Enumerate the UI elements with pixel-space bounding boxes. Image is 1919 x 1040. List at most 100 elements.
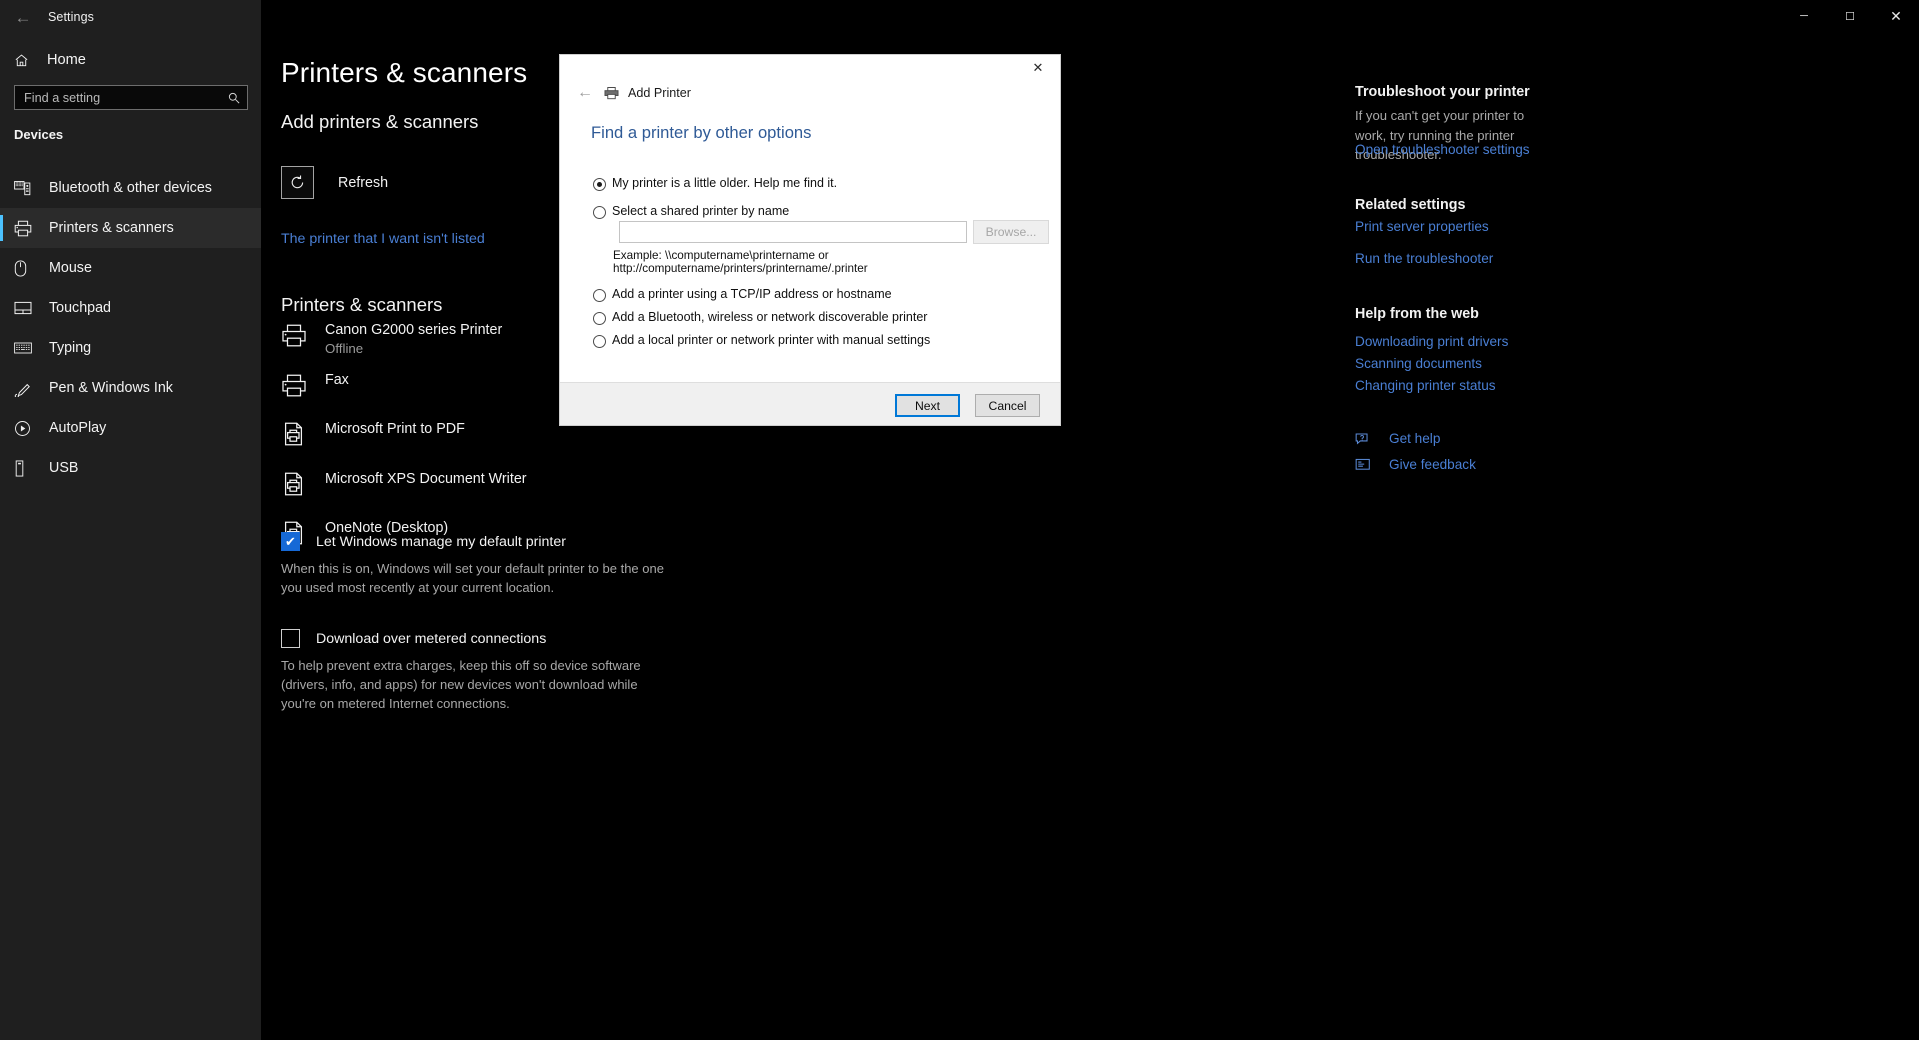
search-icon[interactable]: [221, 86, 247, 109]
radio-option-shared-printer[interactable]: Select a shared printer by name: [593, 204, 789, 219]
shared-printer-name-input[interactable]: [619, 221, 967, 243]
search-input[interactable]: [15, 86, 221, 109]
list-item[interactable]: Microsoft XPS Document Writer: [281, 467, 761, 517]
give-feedback-link[interactable]: Give feedback: [1355, 457, 1476, 472]
sidebar-section-devices: Devices: [14, 127, 63, 142]
refresh-button[interactable]: Refresh: [281, 166, 388, 199]
default-printer-description: When this is on, Windows will set your d…: [281, 559, 671, 597]
print-server-properties-link[interactable]: Print server properties: [1355, 219, 1489, 234]
printer-name: Fax: [325, 372, 349, 389]
sidebar-item-printers-scanners[interactable]: Printers & scanners: [0, 208, 261, 248]
radio-button: [593, 289, 606, 302]
document-printer-icon: [281, 471, 325, 497]
metered-connections-label: Download over metered connections: [316, 631, 546, 647]
app-title: Settings: [48, 10, 94, 24]
printer-status: Offline: [325, 340, 502, 357]
sidebar: ← Settings Home Devices: [0, 0, 261, 1040]
titlebar-left: ← Settings: [0, 0, 261, 34]
radio-button: [593, 312, 606, 325]
troubleshoot-heading: Troubleshoot your printer: [1355, 84, 1530, 100]
dialog-nav: ← Add Printer: [572, 84, 691, 102]
page-title: Printers & scanners: [281, 57, 527, 89]
sidebar-item-touchpad[interactable]: Touchpad: [0, 288, 261, 328]
keyboard-icon: [14, 337, 38, 359]
radio-button: [593, 206, 606, 219]
right-panel: Troubleshoot your printer If you can't g…: [1355, 0, 1919, 1040]
radio-label: Add a printer using a TCP/IP address or …: [612, 287, 892, 302]
search-box[interactable]: [14, 85, 248, 110]
sidebar-item-label: USB: [49, 460, 78, 476]
checkbox-box: [281, 629, 300, 648]
bluetooth-devices-icon: [14, 177, 38, 199]
sidebar-item-label: Typing: [49, 340, 91, 356]
sidebar-item-label: Touchpad: [49, 300, 111, 316]
sidebar-item-home[interactable]: Home: [0, 47, 261, 73]
printer-icon: [14, 217, 38, 239]
example-line-2: http://computername/printers/printername…: [613, 262, 1013, 275]
sidebar-item-mouse[interactable]: Mouse: [0, 248, 261, 288]
sidebar-item-home-label: Home: [47, 52, 86, 68]
radio-option-tcpip[interactable]: Add a printer using a TCP/IP address or …: [593, 287, 892, 302]
next-button[interactable]: Next: [895, 394, 960, 417]
get-help-link[interactable]: Get help: [1355, 431, 1440, 446]
open-troubleshooter-settings-link[interactable]: Open troubleshooter settings: [1355, 142, 1530, 157]
sidebar-item-pen-windows-ink[interactable]: Pen & Windows Ink: [0, 368, 261, 408]
sidebar-item-label: AutoPlay: [49, 420, 106, 436]
sidebar-item-bluetooth-other-devices[interactable]: Bluetooth & other devices: [0, 168, 261, 208]
printer-name: Microsoft XPS Document Writer: [325, 471, 527, 488]
back-arrow-icon[interactable]: ←: [572, 84, 598, 102]
add-printer-dialog: ✕ ← Add Printer Find a printer by other …: [560, 55, 1060, 425]
scanning-documents-link[interactable]: Scanning documents: [1355, 356, 1482, 371]
cancel-button[interactable]: Cancel: [975, 394, 1040, 417]
question-bubble-icon: [1355, 431, 1377, 446]
changing-printer-status-link[interactable]: Changing printer status: [1355, 378, 1496, 393]
sidebar-item-autoplay[interactable]: AutoPlay: [0, 408, 261, 448]
radio-option-older-printer[interactable]: My printer is a little older. Help me fi…: [593, 176, 837, 191]
feedback-icon: [1355, 457, 1377, 472]
dialog-footer: Next Cancel: [560, 382, 1060, 425]
sidebar-item-label: Pen & Windows Ink: [49, 380, 173, 396]
sidebar-item-typing[interactable]: Typing: [0, 328, 261, 368]
help-from-web-heading: Help from the web: [1355, 306, 1479, 322]
mouse-icon: [14, 257, 38, 279]
document-printer-icon: [281, 421, 325, 447]
radio-option-local-manual[interactable]: Add a local printer or network printer w…: [593, 333, 930, 348]
printer-name: Microsoft Print to PDF: [325, 421, 465, 438]
checkbox-check-icon: ✔: [281, 532, 300, 551]
refresh-label: Refresh: [338, 175, 388, 191]
close-icon[interactable]: ✕: [1016, 55, 1060, 81]
settings-window: ← Settings Home Devices: [0, 0, 1919, 1040]
radio-label: Add a local printer or network printer w…: [612, 333, 930, 348]
metered-connections-checkbox[interactable]: Download over metered connections: [281, 629, 546, 648]
dialog-heading: Find a printer by other options: [591, 123, 811, 143]
sidebar-item-usb[interactable]: USB: [0, 448, 261, 488]
example-path-text: Example: \\computername\printername or h…: [613, 249, 1013, 275]
dialog-title: Add Printer: [628, 86, 691, 100]
printer-not-listed-link[interactable]: The printer that I want isn't listed: [281, 231, 485, 247]
autoplay-icon: [14, 417, 38, 439]
home-icon: [14, 53, 36, 68]
radio-button: [593, 335, 606, 348]
default-printer-label: Let Windows manage my default printer: [316, 534, 566, 550]
give-feedback-label: Give feedback: [1389, 457, 1476, 472]
radio-option-bluetooth-wireless[interactable]: Add a Bluetooth, wireless or network dis…: [593, 310, 927, 325]
radio-label: Add a Bluetooth, wireless or network dis…: [612, 310, 927, 325]
example-line-1: Example: \\computername\printername or: [613, 249, 1013, 262]
back-arrow-icon[interactable]: ←: [0, 1, 46, 33]
refresh-icon: [281, 166, 314, 199]
browse-button[interactable]: Browse...: [973, 220, 1049, 244]
radio-label: My printer is a little older. Help me fi…: [612, 176, 837, 191]
touchpad-icon: [14, 297, 38, 319]
default-printer-checkbox[interactable]: ✔ Let Windows manage my default printer: [281, 532, 566, 551]
radio-button: [593, 178, 606, 191]
usb-icon: [14, 457, 38, 479]
sidebar-item-label: Bluetooth & other devices: [49, 180, 212, 196]
printer-icon: [281, 322, 325, 348]
fax-printer-icon: [281, 372, 325, 398]
run-the-troubleshooter-link[interactable]: Run the troubleshooter: [1355, 251, 1493, 266]
downloading-print-drivers-link[interactable]: Downloading print drivers: [1355, 334, 1508, 349]
related-settings-heading: Related settings: [1355, 197, 1465, 213]
printers-scanners-heading: Printers & scanners: [281, 294, 442, 316]
metered-connections-description: To help prevent extra charges, keep this…: [281, 656, 671, 714]
pen-icon: [14, 377, 38, 399]
